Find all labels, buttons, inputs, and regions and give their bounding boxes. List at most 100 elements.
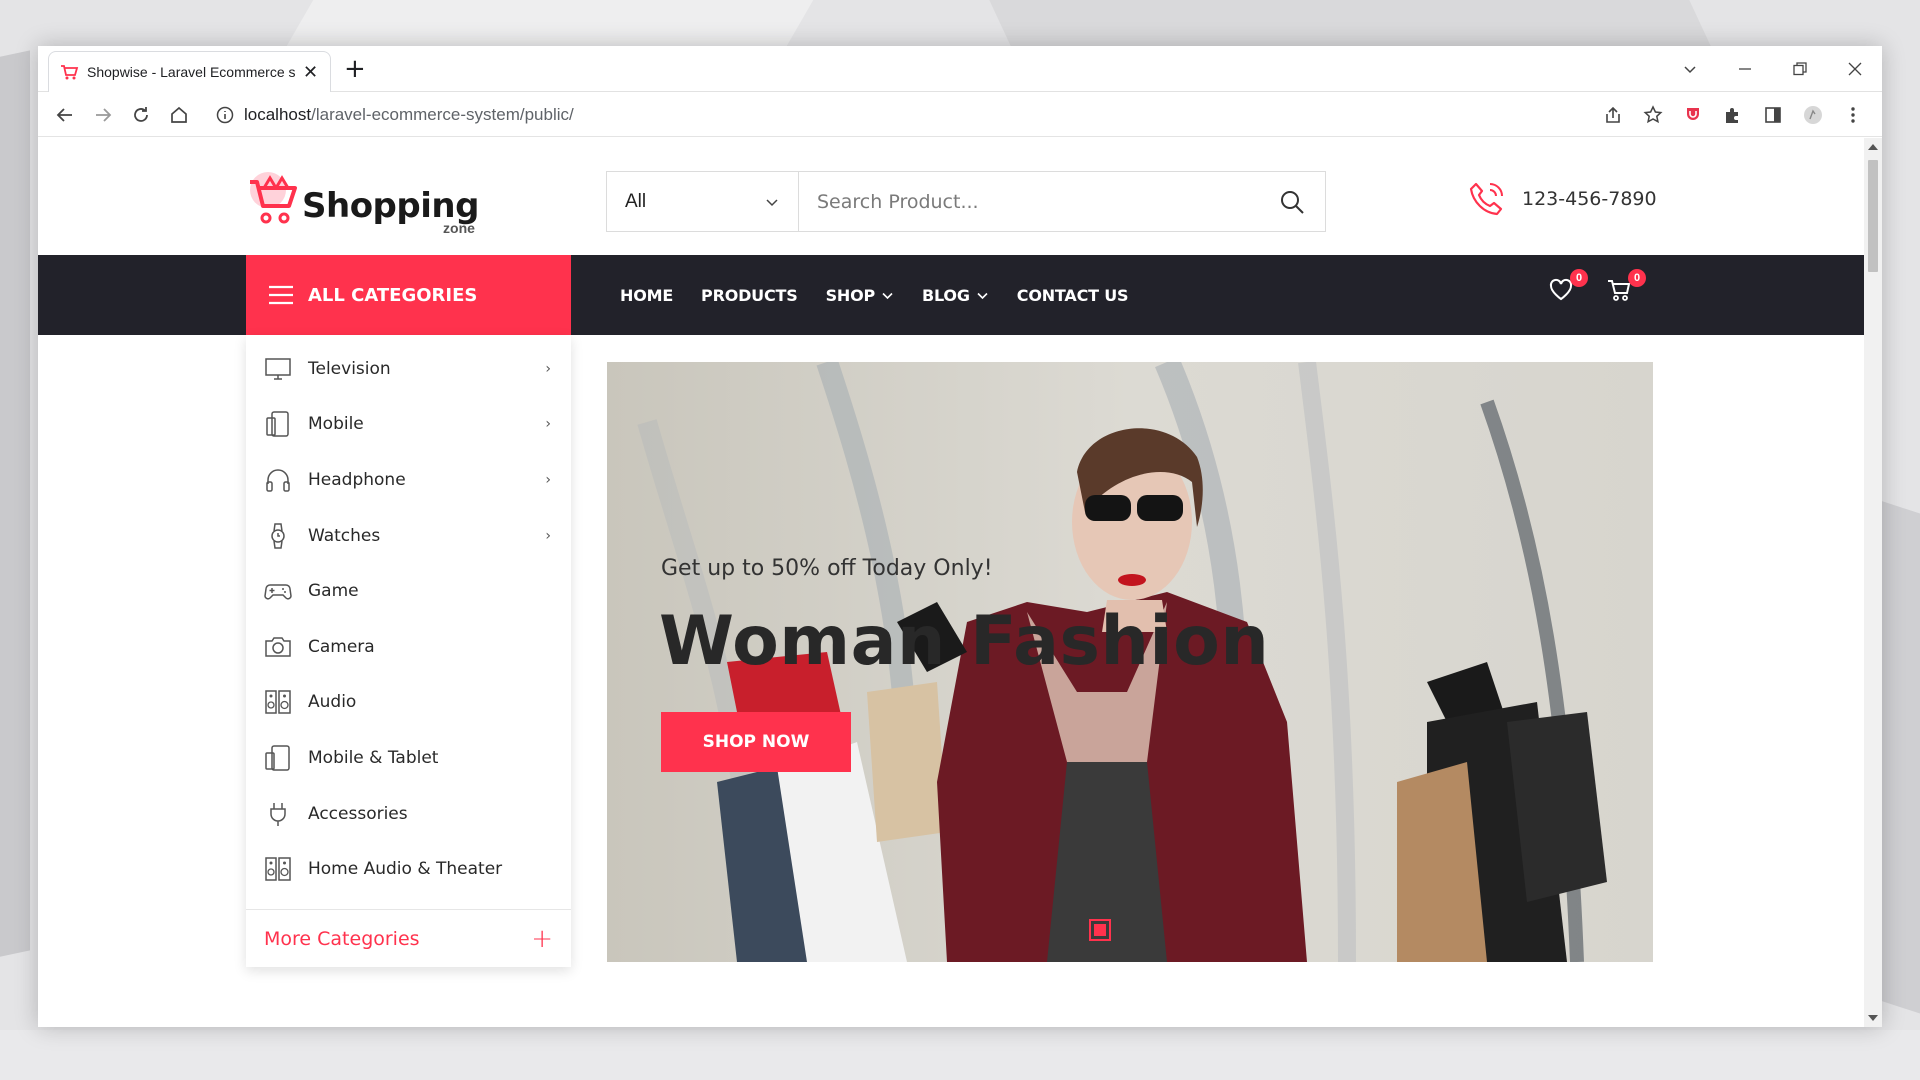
address-bar: localhost/laravel-ecommerce-system/publi… [38,93,1882,137]
search-category-value: All [625,190,647,212]
cart-count-badge: 0 [1628,269,1646,287]
scroll-up-icon[interactable] [1868,144,1878,150]
page-viewport: Shopping zone All 123-456- [38,138,1864,1027]
close-window-icon[interactable] [1827,52,1882,86]
hero-title: Woman Fashion [659,602,1270,681]
product-search: All [606,171,1326,232]
category-item-home-audio-theater[interactable]: Home Audio & Theater [246,841,571,897]
search-button[interactable] [1259,172,1325,231]
category-item-camera[interactable]: Camera [246,619,571,675]
wishlist-count-badge: 0 [1570,269,1588,287]
more-categories-toggle[interactable]: More Categories + [246,909,571,967]
shopping-cart-logo-icon [250,172,297,224]
plug-icon [264,800,292,828]
category-item-headphone[interactable]: Headphone › [246,452,571,508]
wishlist-button[interactable]: 0 [1548,269,1588,305]
more-categories-label: More Categories [264,927,420,950]
watch-icon [264,522,292,550]
shop-now-button[interactable]: SHOP NOW [661,712,851,772]
phone-icon [1469,182,1503,216]
tab-strip: Shopwise - Laravel Ecommerce s ✕ + [38,46,1882,92]
extension-shield-icon[interactable] [1674,97,1712,133]
category-label: Mobile [308,414,364,435]
gamepad-icon [264,577,292,605]
nav-shop[interactable]: SHOP [826,286,894,305]
nav-home-label: HOME [620,285,674,305]
minimize-icon[interactable] [1717,52,1772,86]
search-category-select[interactable]: All [607,172,799,231]
chevron-right-icon: › [545,360,551,377]
camera-icon [264,633,292,661]
mobile-icon [264,410,292,438]
share-icon[interactable] [1594,97,1632,133]
chevron-down-icon [766,198,778,206]
category-item-accessories[interactable]: Accessories [246,786,571,842]
all-categories-label: ALL CATEGORIES [308,284,478,306]
chevron-right-icon: › [545,471,551,488]
category-label: Accessories [308,803,408,824]
category-label: Watches [308,525,381,546]
url-host: localhost [244,104,312,124]
nav-blog[interactable]: BLOG [922,286,989,305]
category-item-television[interactable]: Television › [246,341,571,397]
nav-products-label: PRODUCTS [701,285,798,305]
contact-phone[interactable]: 123-456-7890 [1466,178,1657,220]
chevron-right-icon: › [545,527,551,544]
category-sidebar: Television › Mobile › Headphone › Watche… [246,335,571,967]
side-panel-icon[interactable] [1754,97,1792,133]
tab-search-icon[interactable] [1662,52,1717,86]
nav-contact-label: CONTACT US [1016,285,1129,305]
tab-close-icon[interactable]: ✕ [303,62,318,83]
chevron-right-icon: › [545,416,551,433]
chevron-down-icon [882,292,893,299]
cart-button[interactable]: 0 [1606,269,1646,305]
category-label: Game [308,581,359,602]
bookmark-star-icon[interactable] [1634,97,1672,133]
headphone-icon [264,466,292,494]
all-categories-toggle[interactable]: ALL CATEGORIES [246,255,571,335]
home-icon[interactable] [160,96,198,134]
category-item-mobile-tablet[interactable]: Mobile & Tablet [246,730,571,786]
nav-shop-label: SHOP [825,285,876,305]
scroll-down-icon[interactable] [1868,1015,1878,1021]
url-field[interactable]: localhost/laravel-ecommerce-system/publi… [216,105,574,125]
browser-menu-icon[interactable] [1834,97,1872,133]
category-item-mobile[interactable]: Mobile › [246,397,571,453]
logo-subtitle: zone [443,220,475,236]
plus-icon: + [531,923,553,954]
search-input[interactable] [799,172,1259,231]
back-icon[interactable] [46,96,84,134]
category-item-watches[interactable]: Watches › [246,508,571,564]
main-navbar: ALL CATEGORIES HOME PRODUCTS SHOP BLOG C… [38,255,1864,335]
nav-home[interactable]: HOME [620,286,673,305]
profile-avatar-icon[interactable] [1794,97,1832,133]
forward-icon[interactable] [84,96,122,134]
page-scrollbar[interactable] [1864,138,1882,1027]
nav-contact-us[interactable]: CONTACT US [1017,286,1129,305]
site-header: Shopping zone All 123-456- [38,138,1864,248]
speaker-icon [264,855,292,883]
category-label: Camera [308,636,375,657]
site-info-icon[interactable] [216,106,234,124]
category-label: Television [308,358,391,379]
new-tab-button[interactable]: + [344,54,366,84]
nav-blog-label: BLOG [922,285,970,305]
hero-subtitle: Get up to 50% off Today Only! [661,556,993,581]
reload-icon[interactable] [122,96,160,134]
speaker-icon [264,688,292,716]
nav-products[interactable]: PRODUCTS [701,286,798,305]
category-label: Mobile & Tablet [308,747,439,768]
category-item-game[interactable]: Game [246,563,571,619]
site-logo[interactable]: Shopping zone [246,168,479,236]
category-label: Home Audio & Theater [308,859,503,880]
hero-banner: Get up to 50% off Today Only! Woman Fash… [607,362,1653,962]
tablet-icon [264,744,292,772]
extensions-puzzle-icon[interactable] [1714,97,1752,133]
category-item-audio[interactable]: Audio [246,675,571,731]
search-icon [1281,190,1304,214]
restore-icon[interactable] [1772,52,1827,86]
scroll-thumb[interactable] [1868,160,1878,272]
carousel-indicator[interactable] [1089,919,1111,941]
browser-tab[interactable]: Shopwise - Laravel Ecommerce s ✕ [48,51,331,92]
browser-window: Shopwise - Laravel Ecommerce s ✕ + local… [38,46,1882,1027]
